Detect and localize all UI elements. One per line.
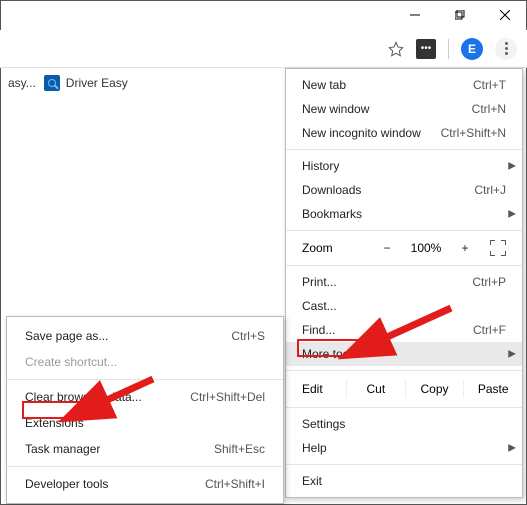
fullscreen-icon[interactable] [490, 240, 506, 256]
zoom-value: 100% [406, 241, 446, 255]
menu-label: Find... [302, 323, 335, 337]
menu-label: Extensions [25, 416, 84, 430]
window-maximize-button[interactable] [437, 0, 482, 30]
menu-label: Help [302, 441, 327, 455]
cut-button[interactable]: Cut [346, 380, 405, 398]
main-menu: New tab Ctrl+T New window Ctrl+N New incog… [285, 68, 523, 498]
menu-button[interactable] [495, 38, 517, 60]
menu-item-more-tools[interactable]: More tools ▶ [286, 342, 522, 366]
menu-item-print[interactable]: Print... Ctrl+P [286, 270, 522, 294]
menu-item-cast[interactable]: Cast... [286, 294, 522, 318]
menu-label: Cast... [302, 299, 337, 313]
submenu-item-clear-data[interactable]: Clear browsing data... Ctrl+Shift+Del [7, 384, 283, 410]
copy-button[interactable]: Copy [405, 380, 464, 398]
menu-label: Downloads [302, 183, 361, 197]
menu-shortcut: Ctrl+Shift+I [205, 477, 265, 491]
profile-avatar[interactable]: E [461, 38, 483, 60]
extension-icon[interactable]: ••• [416, 39, 436, 59]
browser-toolbar: ••• E [0, 30, 527, 68]
chevron-right-icon: ▶ [508, 161, 516, 172]
submenu-item-dev-tools[interactable]: Developer tools Ctrl+Shift+I [7, 471, 283, 497]
toolbar-divider [448, 39, 449, 59]
menu-item-settings[interactable]: Settings [286, 412, 522, 436]
menu-separator [7, 466, 283, 467]
menu-separator [286, 230, 522, 231]
menu-shortcut: Ctrl+F [473, 323, 506, 337]
menu-label: Zoom [302, 241, 333, 255]
menu-separator [286, 464, 522, 465]
chevron-right-icon: ▶ [508, 443, 516, 454]
chevron-right-icon: ▶ [508, 209, 516, 220]
bookmark-item[interactable]: Driver Easy [44, 75, 128, 91]
menu-item-zoom: Zoom − 100% + [286, 235, 522, 261]
bookmark-label: Driver Easy [66, 76, 128, 90]
window-minimize-button[interactable] [392, 0, 437, 30]
menu-shortcut: Ctrl+Shift+N [441, 126, 506, 140]
zoom-out-button[interactable]: − [378, 241, 396, 255]
menu-shortcut: Ctrl+N [472, 102, 506, 116]
menu-label: Edit [286, 380, 346, 398]
menu-shortcut: Shift+Esc [214, 442, 265, 456]
menu-label: Create shortcut... [25, 355, 117, 369]
menu-shortcut: Ctrl+P [472, 275, 506, 289]
menu-label: Print... [302, 275, 337, 289]
menu-label: Exit [302, 474, 322, 488]
bookmark-star-icon[interactable] [388, 41, 404, 57]
menu-item-help[interactable]: Help ▶ [286, 436, 522, 460]
menu-item-new-window[interactable]: New window Ctrl+N [286, 97, 522, 121]
submenu-item-extensions[interactable]: Extensions [7, 410, 283, 436]
menu-label: Save page as... [25, 329, 108, 343]
bookmark-label: asy... [8, 76, 36, 90]
menu-shortcut: Ctrl+J [474, 183, 506, 197]
menu-label: More tools [302, 347, 358, 361]
menu-separator [286, 265, 522, 266]
more-tools-submenu: Save page as... Ctrl+S Create shortcut...… [6, 316, 284, 504]
menu-label: Task manager [25, 442, 100, 456]
menu-item-find[interactable]: Find... Ctrl+F [286, 318, 522, 342]
menu-shortcut: Ctrl+T [473, 78, 506, 92]
menu-item-incognito[interactable]: New incognito window Ctrl+Shift+N [286, 121, 522, 145]
menu-item-edit-row: Edit Cut Copy Paste [286, 375, 522, 403]
menu-item-exit[interactable]: Exit [286, 469, 522, 493]
window-titlebar [0, 0, 527, 30]
submenu-item-task-manager[interactable]: Task manager Shift+Esc [7, 436, 283, 462]
menu-label: New tab [302, 78, 346, 92]
menu-label: Developer tools [25, 477, 108, 491]
zoom-in-button[interactable]: + [456, 241, 474, 255]
menu-shortcut: Ctrl+Shift+Del [190, 390, 265, 404]
menu-label: Bookmarks [302, 207, 362, 221]
menu-item-history[interactable]: History ▶ [286, 154, 522, 178]
menu-separator [286, 149, 522, 150]
menu-label: Clear browsing data... [25, 390, 142, 404]
menu-label: New incognito window [302, 126, 421, 140]
menu-label: New window [302, 102, 369, 116]
window-close-button[interactable] [482, 0, 527, 30]
menu-item-new-tab[interactable]: New tab Ctrl+T [286, 73, 522, 97]
menu-separator [286, 407, 522, 408]
menu-label: Settings [302, 417, 345, 431]
menu-shortcut: Ctrl+S [231, 329, 265, 343]
menu-separator [7, 379, 283, 380]
submenu-item-create-shortcut: Create shortcut... [7, 349, 283, 375]
menu-item-downloads[interactable]: Downloads Ctrl+J [286, 178, 522, 202]
submenu-item-save-page[interactable]: Save page as... Ctrl+S [7, 323, 283, 349]
bookmark-favicon [44, 75, 60, 91]
bookmark-item[interactable]: asy... [8, 76, 36, 90]
menu-separator [286, 370, 522, 371]
menu-item-bookmarks[interactable]: Bookmarks ▶ [286, 202, 522, 226]
paste-button[interactable]: Paste [463, 380, 522, 398]
chevron-right-icon: ▶ [508, 349, 516, 360]
menu-label: History [302, 159, 339, 173]
